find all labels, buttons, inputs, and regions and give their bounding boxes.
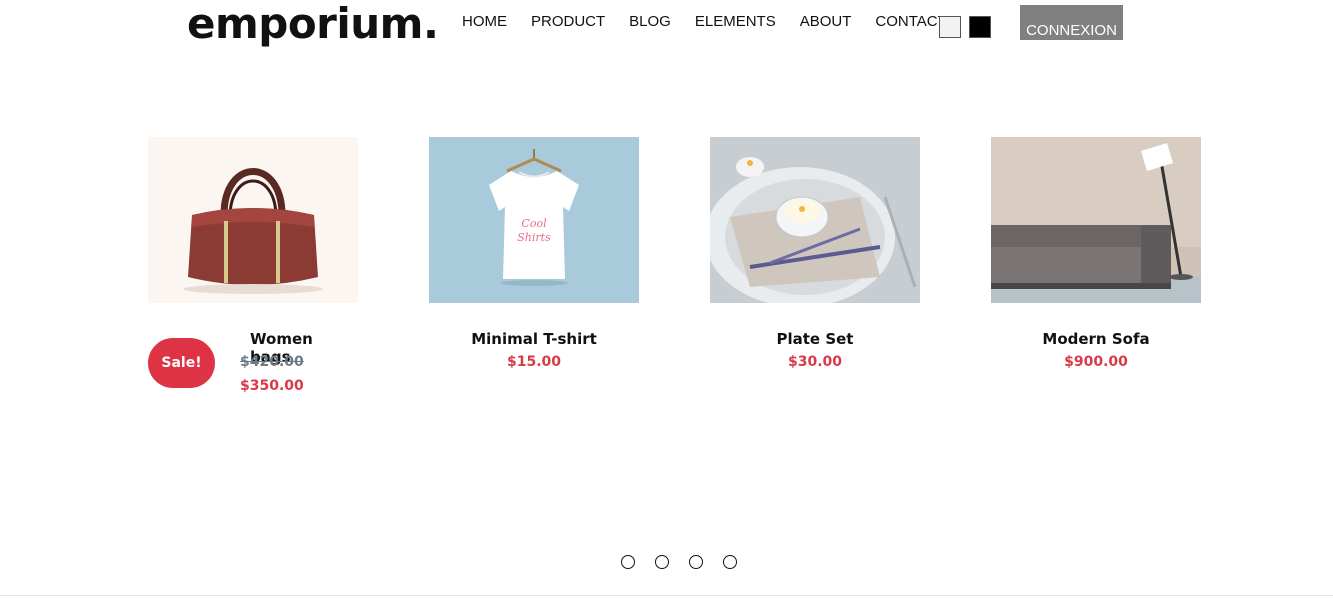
- product-card[interactable]: Modern Sofa $900.00: [991, 137, 1201, 370]
- handbag-icon: [148, 137, 358, 303]
- brand-logo[interactable]: emporium.: [187, 0, 439, 48]
- product-image-bag[interactable]: [148, 137, 358, 303]
- product-price: $30.00: [787, 354, 843, 370]
- nav-product[interactable]: PRODUCT: [531, 12, 605, 32]
- nav-home[interactable]: HOME: [462, 12, 507, 32]
- sale-badge: Sale!: [148, 338, 215, 388]
- product-image-sofa[interactable]: [991, 137, 1201, 303]
- svg-text:Cool: Cool: [521, 217, 547, 230]
- nav-elements[interactable]: ELEMENTS: [695, 12, 776, 32]
- divider: [0, 595, 1333, 596]
- carousel-dot[interactable]: [621, 555, 635, 569]
- product-price: $350.00: [240, 378, 304, 394]
- sofa-icon: [991, 137, 1201, 303]
- product-price: $900.00: [1064, 354, 1128, 370]
- product-card[interactable]: Plate Set $30.00: [710, 137, 920, 370]
- product-image-tshirt[interactable]: Cool Shirts: [429, 137, 639, 303]
- nav-about[interactable]: ABOUT: [800, 12, 852, 32]
- product-card[interactable]: Cool Shirts Minimal T-shirt $15.00: [429, 137, 639, 370]
- product-name[interactable]: Plate Set: [710, 330, 920, 348]
- carousel-dot[interactable]: [655, 555, 669, 569]
- plates-icon: [710, 137, 920, 303]
- carousel-dot[interactable]: [689, 555, 703, 569]
- product-name[interactable]: Minimal T-shirt: [429, 330, 639, 348]
- nav-blog[interactable]: BLOG: [629, 12, 671, 32]
- connexion-button[interactable]: CONNEXION: [1020, 5, 1123, 40]
- main-nav: HOME PRODUCT BLOG ELEMENTS ABOUT CONTACT: [462, 12, 971, 32]
- nav-contact[interactable]: CONTACT: [875, 12, 946, 32]
- tshirt-icon: Cool Shirts: [429, 137, 639, 303]
- carousel-pagination: [621, 555, 737, 569]
- product-image-plates[interactable]: [710, 137, 920, 303]
- product-name[interactable]: Modern Sofa: [991, 330, 1201, 348]
- svg-text:Shirts: Shirts: [517, 231, 551, 244]
- light-theme-swatch[interactable]: [939, 16, 961, 38]
- carousel-dot[interactable]: [723, 555, 737, 569]
- dark-theme-swatch[interactable]: [969, 16, 991, 38]
- product-price: $15.00: [506, 354, 562, 370]
- product-old-price: $420.00: [240, 354, 304, 370]
- product-card[interactable]: Sale! Women bags $420.00 $350.00: [148, 137, 358, 394]
